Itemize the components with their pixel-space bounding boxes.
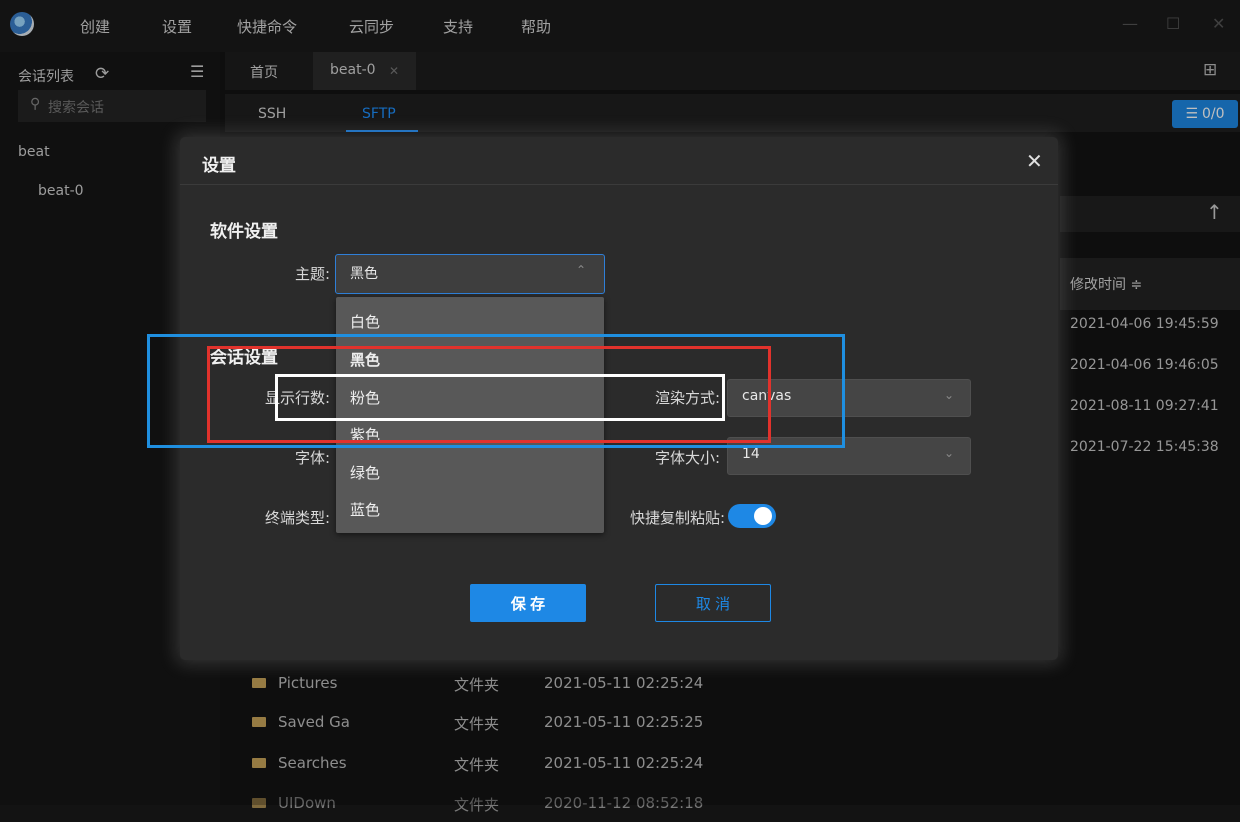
- theme-option-green[interactable]: 绿色: [350, 462, 380, 483]
- divider: [180, 184, 1058, 185]
- quick-copy-label: 快捷复制粘贴:: [629, 509, 725, 527]
- cancel-button[interactable]: 取 消: [655, 584, 771, 622]
- chevron-down-icon: ⌄: [944, 446, 955, 460]
- dialog-title: 设置: [202, 156, 236, 176]
- annotation-box-white: [275, 374, 725, 421]
- save-button[interactable]: 保 存: [470, 584, 586, 622]
- theme-value: 黑色: [350, 266, 378, 282]
- terminal-type-label: 终端类型:: [264, 509, 330, 527]
- software-settings-heading: 软件设置: [210, 222, 278, 242]
- quick-copy-toggle[interactable]: [728, 504, 776, 528]
- toggle-knob: [754, 507, 772, 525]
- font-size-value: 14: [742, 446, 760, 462]
- theme-option-white[interactable]: 白色: [350, 311, 380, 332]
- chevron-down-icon: ⌄: [944, 388, 955, 402]
- font-size-label: 字体大小:: [654, 449, 720, 467]
- font-label: 字体:: [294, 449, 330, 467]
- theme-option-blue[interactable]: 蓝色: [350, 499, 380, 520]
- theme-select[interactable]: 黑色 ⌃: [335, 254, 605, 294]
- close-icon[interactable]: ✕: [1026, 149, 1043, 173]
- chevron-up-icon: ⌃: [576, 263, 587, 277]
- theme-label: 主题:: [294, 265, 330, 283]
